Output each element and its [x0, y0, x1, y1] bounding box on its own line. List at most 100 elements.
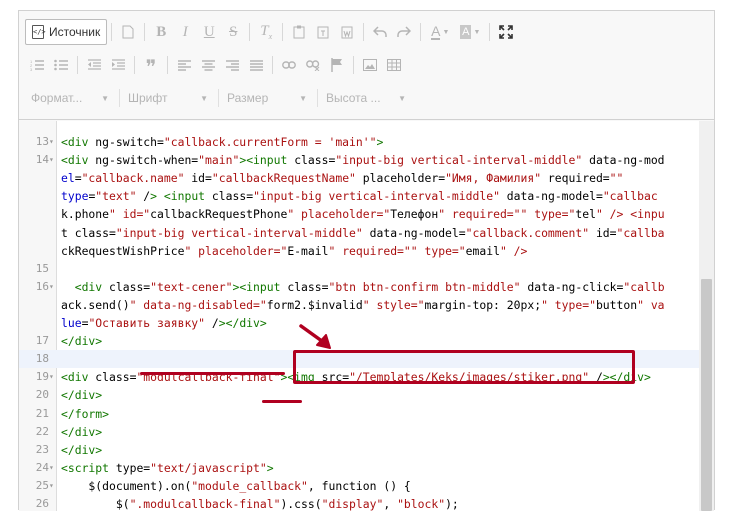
line-number: 17: [35, 334, 49, 348]
toolbar-separator: [363, 23, 365, 41]
font-dropdown-label: Шрифт: [128, 91, 168, 105]
line-number: 26: [35, 497, 49, 510]
code-line[interactable]: 23 </div>: [19, 441, 699, 459]
paste-word-icon[interactable]: [335, 20, 359, 44]
redo-icon[interactable]: [392, 20, 416, 44]
blockquote-icon[interactable]: ❞: [139, 53, 163, 78]
source-code-icon: </>: [32, 25, 46, 39]
new-page-icon[interactable]: [116, 20, 140, 44]
align-left-icon[interactable]: [172, 53, 196, 77]
line-number: 22: [35, 424, 49, 438]
strikethrough-button[interactable]: S: [221, 20, 245, 44]
fold-marker-icon[interactable]: ▾: [49, 278, 57, 296]
line-number: 16: [35, 279, 49, 293]
italic-button[interactable]: I: [173, 20, 197, 44]
indent-icon[interactable]: [106, 53, 130, 77]
underline-annotation: [140, 372, 285, 375]
line-number: 19: [35, 370, 49, 384]
text-color-button[interactable]: A ▼: [425, 20, 455, 44]
code-line[interactable]: 20 </div>: [19, 386, 699, 404]
vertical-scrollbar[interactable]: [699, 121, 714, 511]
toolbar-separator: [167, 56, 168, 74]
align-right-icon[interactable]: [220, 53, 244, 77]
code-line[interactable]: ckRequestWishPrice" placeholder="E-mail"…: [19, 242, 699, 260]
code-text: <div ng-switch="callback.currentForm = '…: [61, 135, 384, 149]
anchor-flag-icon[interactable]: [325, 53, 349, 77]
underline-button[interactable]: U: [197, 20, 221, 44]
align-center-icon[interactable]: [196, 53, 220, 77]
code-text: t class="input-big vertical-interval-mid…: [61, 225, 665, 240]
code-line[interactable]: type="text" /> <input class="input-big v…: [19, 187, 699, 205]
code-line[interactable]: 16 ▾ <div class="text-cener"><input class…: [19, 278, 699, 296]
outdent-icon[interactable]: [82, 53, 106, 77]
code-line[interactable]: 17 </div>: [19, 332, 699, 350]
format-dropdown[interactable]: Формат... ▼: [25, 86, 117, 110]
toolbar-separator: [489, 23, 491, 41]
code-line[interactable]: 24 ▾ <script type="text/javascript">: [19, 459, 699, 477]
align-justify-icon[interactable]: [244, 53, 268, 77]
code-line[interactable]: 13 ▾ <div ng-switch="callback.currentForm …: [19, 133, 699, 151]
code-text: </div>: [61, 388, 103, 403]
code-text: lue="Оставить заявку" /></div>: [61, 316, 267, 330]
undo-icon[interactable]: [368, 20, 392, 44]
toolbar-row-3: Формат... ▼ Шрифт ▼ Размер ▼ Высота ... …: [25, 85, 414, 111]
line-number: 25: [35, 478, 49, 492]
code-text: </div>: [61, 334, 103, 349]
code-line[interactable]: 19 ▾ <div class="modulcallback-final"><img…: [19, 368, 699, 386]
chevron-down-icon: ▼: [200, 93, 208, 103]
code-line[interactable]: 15: [19, 260, 699, 278]
fold-marker-icon[interactable]: ▾: [49, 151, 57, 169]
table-icon[interactable]: [382, 53, 406, 77]
unlink-icon[interactable]: [301, 53, 325, 77]
code-line[interactable]: 21 </form>: [19, 405, 699, 423]
fold-marker-icon[interactable]: ▾: [49, 459, 57, 477]
toolbar-separator: [119, 89, 120, 107]
code-line[interactable]: 14 ▾ <div ng-switch-when="main"><input cla…: [19, 151, 699, 169]
size-dropdown-label: Размер: [227, 91, 269, 105]
toolbar-separator: [272, 56, 273, 74]
code-text: <div class="text-cener"><input class="bt…: [74, 279, 665, 294]
font-dropdown[interactable]: Шрифт ▼: [122, 86, 216, 110]
line-number: 13: [35, 135, 49, 148]
toolbar-separator: [353, 56, 354, 74]
toolbar-separator: [218, 89, 219, 107]
source-button[interactable]: </> Источник: [25, 19, 108, 45]
scrollbar-thumb[interactable]: [701, 279, 712, 511]
fold-marker-icon[interactable]: ▾: [49, 133, 57, 151]
code-line[interactable]: k.phone" id="callbackRequestPhone" place…: [19, 205, 699, 223]
code-text: </div>: [61, 442, 103, 457]
line-number: 24: [35, 460, 49, 474]
code-line[interactable]: 26 $(".modulcallback-final").css("displa…: [19, 495, 699, 513]
paste-text-icon[interactable]: [311, 20, 335, 44]
link-icon[interactable]: [277, 53, 301, 77]
code-line[interactable]: t class="input-big vertical-interval-mid…: [19, 224, 699, 242]
remove-format-button[interactable]: Tx: [254, 20, 278, 44]
code-line[interactable]: lue="Оставить заявку" /></div>: [19, 314, 699, 332]
source-code-editor[interactable]: 13 ▾ <div ng-switch="callback.currentForm …: [19, 121, 714, 511]
toolbar-separator: [282, 23, 284, 41]
size-dropdown[interactable]: Размер ▼: [221, 86, 315, 110]
code-line[interactable]: el="callback.name" id="callbackRequestNa…: [19, 169, 699, 187]
bulleted-list-icon[interactable]: [49, 53, 73, 77]
numbered-list-icon[interactable]: 123: [25, 53, 49, 77]
paste-icon[interactable]: [287, 20, 311, 44]
chevron-down-icon: ▼: [398, 93, 406, 103]
maximize-icon[interactable]: [494, 20, 518, 44]
code-text: ckRequestWishPrice" placeholder="E-mail"…: [61, 243, 528, 258]
code-line[interactable]: 25 ▾ $(document).on("module_callback", fu…: [19, 477, 699, 495]
image-icon[interactable]: [358, 53, 382, 77]
fold-marker-icon[interactable]: ▾: [49, 368, 57, 386]
fold-marker-icon[interactable]: ▾: [49, 477, 57, 495]
background-color-button[interactable]: A ▼: [455, 20, 485, 44]
line-height-dropdown-label: Высота ...: [326, 91, 381, 105]
code-line[interactable]: 18: [19, 350, 699, 369]
line-height-dropdown[interactable]: Высота ... ▼: [320, 86, 414, 110]
code-line[interactable]: ack.send()" data-ng-disabled="form2.$inv…: [19, 296, 699, 314]
toolbar-separator: [317, 89, 318, 107]
line-number: 23: [35, 442, 49, 456]
code-line[interactable]: 22 </div>: [19, 423, 699, 441]
bold-button[interactable]: B: [149, 20, 173, 44]
toolbar-row-2: 123 ❞: [25, 52, 406, 78]
toolbar-separator: [420, 23, 422, 41]
wysiwyg-editor: </> Источник B I U S Tx A ▼ A ▼ 1 2 3 ❞ …: [18, 10, 715, 511]
